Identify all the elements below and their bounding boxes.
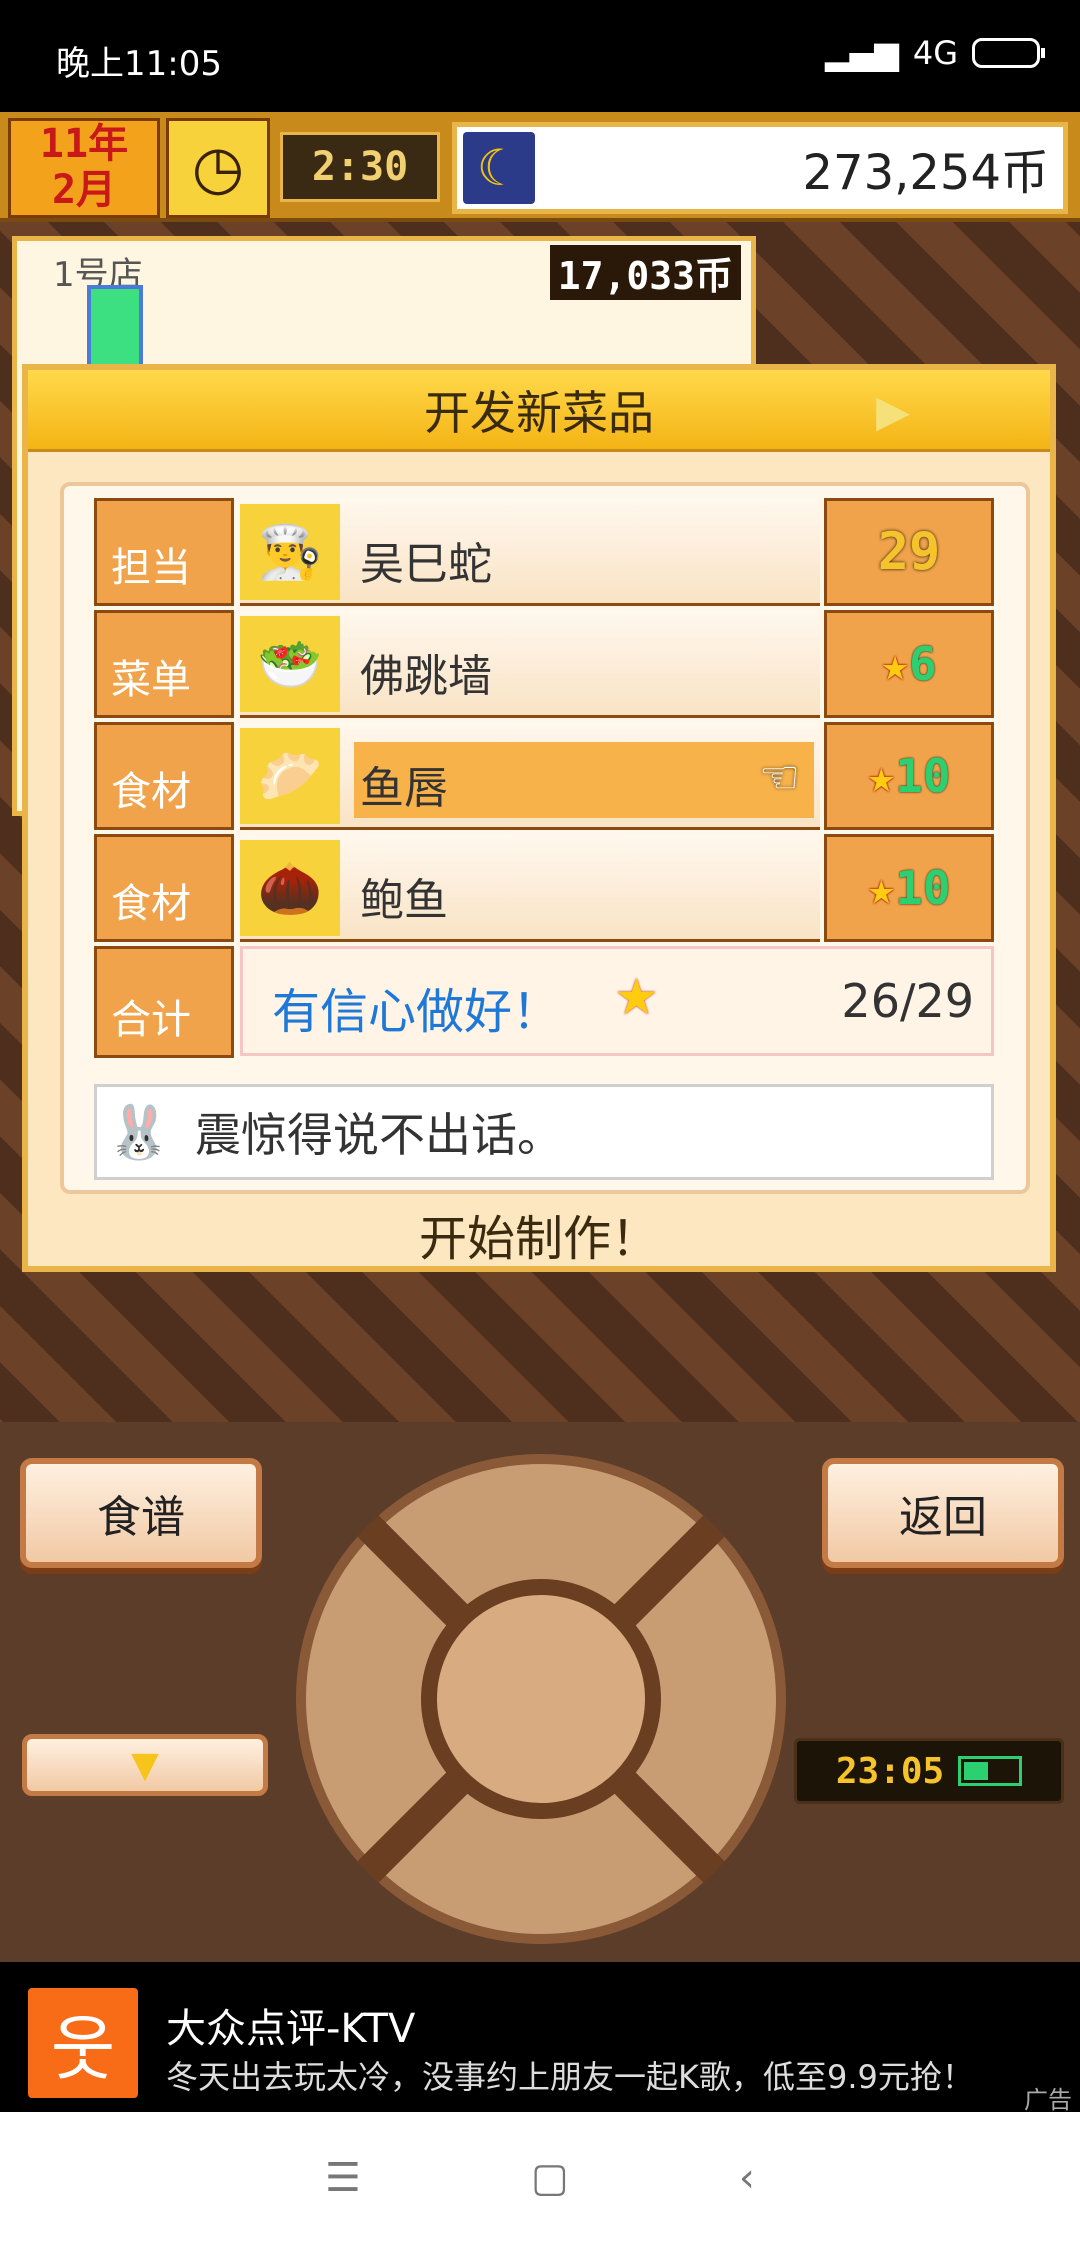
game-clock: 23:05 [794, 1738, 1064, 1804]
game-hour: 2:30 [280, 132, 440, 202]
coin-amount: 273,254币 [802, 145, 1050, 201]
row-value: 吴巳蛇 [360, 539, 492, 590]
scroll-down-button[interactable]: ▼ [22, 1734, 268, 1796]
star-icon: ★ [867, 749, 896, 803]
battery-icon [972, 38, 1045, 68]
top-hud: 11年 2月 ◷ 2:30 ☾ 273,254币 [0, 112, 1080, 222]
battery-icon [958, 1756, 1023, 1786]
status-time: 晚上11:05 [56, 44, 222, 84]
row-ingredient-1[interactable]: 食材 鱼唇 ☜ 🥟 ★ 10 [94, 722, 994, 830]
ad-banner[interactable]: 웃 大众点评-KTV 冬天出去玩太冷，没事约上朋友一起K歌，低至9.9元抢！ 广… [0, 1962, 1080, 2114]
row-label: 食材 [94, 834, 234, 942]
pointer-hand-icon: ☜ [758, 750, 800, 804]
shop-gauge [87, 285, 143, 375]
row-value: 鱼唇 [360, 763, 448, 814]
ad-title: 大众点评-KTV [166, 2006, 416, 2052]
row-score: ★ 10 [824, 834, 994, 942]
comment-box: 🐰 震惊得说不出话。 [94, 1084, 994, 1180]
game-month: 2月 [51, 167, 117, 213]
score-value: 6 [909, 637, 937, 691]
game-year: 11年 [39, 121, 129, 167]
dpad[interactable] [296, 1454, 786, 1944]
chef-icon: 👨‍🍳 [240, 504, 340, 600]
next-arrow-icon[interactable]: ▶ [876, 386, 910, 437]
row-score: 29 [824, 498, 994, 606]
row-ingredient-2[interactable]: 食材 鲍鱼 🌰 ★ 10 [94, 834, 994, 942]
row-value: 鲍鱼 [360, 875, 448, 926]
back-button[interactable]: 返回 [822, 1458, 1064, 1568]
home-icon[interactable]: ▢ [531, 2155, 569, 2201]
row-score: ★ 6 [824, 610, 994, 718]
moon-icon: ☾ [463, 132, 535, 204]
row-chef[interactable]: 担当 吴巳蛇 👨‍🍳 29 [94, 498, 994, 606]
menu-icon[interactable]: ☰ [325, 2155, 361, 2201]
ad-description: 冬天出去玩太冷，没事约上朋友一起K歌，低至9.9元抢！ [166, 2058, 974, 2096]
status-bar: 晚上11:05 ▂▄▆ 4G [0, 0, 1080, 112]
confidence-message: 有信心做好！ [272, 984, 561, 1040]
comment-text: 震惊得说不出话。 [195, 1108, 563, 1162]
row-label: 担当 [94, 498, 234, 606]
signal-icon: ▂▄▆ [825, 34, 899, 72]
ad-tag: 广告 [1024, 2086, 1072, 2114]
dialog-title: 开发新菜品 [424, 385, 654, 440]
ad-logo-icon: 웃 [28, 1988, 138, 2098]
develop-dish-dialog: 开发新菜品 ▶ 担当 吴巳蛇 👨‍🍳 29 菜单 佛跳墙 🥗 ★6 食材 鱼唇 [22, 364, 1056, 1272]
system-nav-bar: ☰ ▢ ‹ [0, 2112, 1080, 2244]
recipe-button[interactable]: 食谱 [20, 1458, 262, 1568]
clock-icon: ◷ [166, 118, 270, 218]
star-icon: ★ [614, 968, 659, 1026]
start-cooking-button[interactable]: 开始制作！ [28, 1198, 1050, 1270]
row-total: 合计 有信心做好！ ★ 26/29 [94, 946, 994, 1058]
game-screen: 11年 2月 ◷ 2:30 ☾ 273,254币 1号店 17,033币 开发新… [0, 112, 1080, 1962]
network-type: 4G [912, 34, 958, 72]
dpad-center[interactable] [421, 1579, 661, 1819]
coin-display: ☾ 273,254币 [452, 122, 1068, 214]
score-value: 10 [895, 861, 951, 915]
ingredient-icon: 🥟 [240, 728, 340, 824]
ingredient-icon: 🌰 [240, 840, 340, 936]
dish-icon: 🥗 [240, 616, 340, 712]
row-label: 菜单 [94, 610, 234, 718]
row-label: 食材 [94, 722, 234, 830]
row-label: 合计 [94, 946, 234, 1058]
back-icon[interactable]: ‹ [739, 2155, 755, 2201]
dialog-header: 开发新菜品 ▶ [28, 370, 1050, 452]
star-icon: ★ [867, 861, 896, 915]
control-panel: 食谱 返回 ▼ 23:05 [0, 1422, 1080, 1962]
row-value: 佛跳墙 [360, 651, 492, 702]
score-value: 10 [895, 749, 951, 803]
game-time: 23:05 [835, 1750, 945, 1792]
dialog-body: 担当 吴巳蛇 👨‍🍳 29 菜单 佛跳墙 🥗 ★ 6 食材 鱼唇 ☜ 🥟 ★ 10 [60, 482, 1030, 1194]
star-icon: ★ [881, 637, 909, 691]
score-value: 29 [877, 522, 941, 582]
shop-sales: 17,033币 [549, 245, 741, 300]
total-score: 26/29 [841, 974, 974, 1028]
row-score: ★ 10 [824, 722, 994, 830]
game-date: 11年 2月 [8, 118, 160, 218]
row-menu[interactable]: 菜单 佛跳墙 🥗 ★ 6 [94, 610, 994, 718]
status-icons: ▂▄▆ 4G [825, 34, 1045, 72]
chevron-down-icon: ▼ [131, 1744, 159, 1786]
rabbit-avatar-icon: 🐰 [106, 1102, 172, 1163]
